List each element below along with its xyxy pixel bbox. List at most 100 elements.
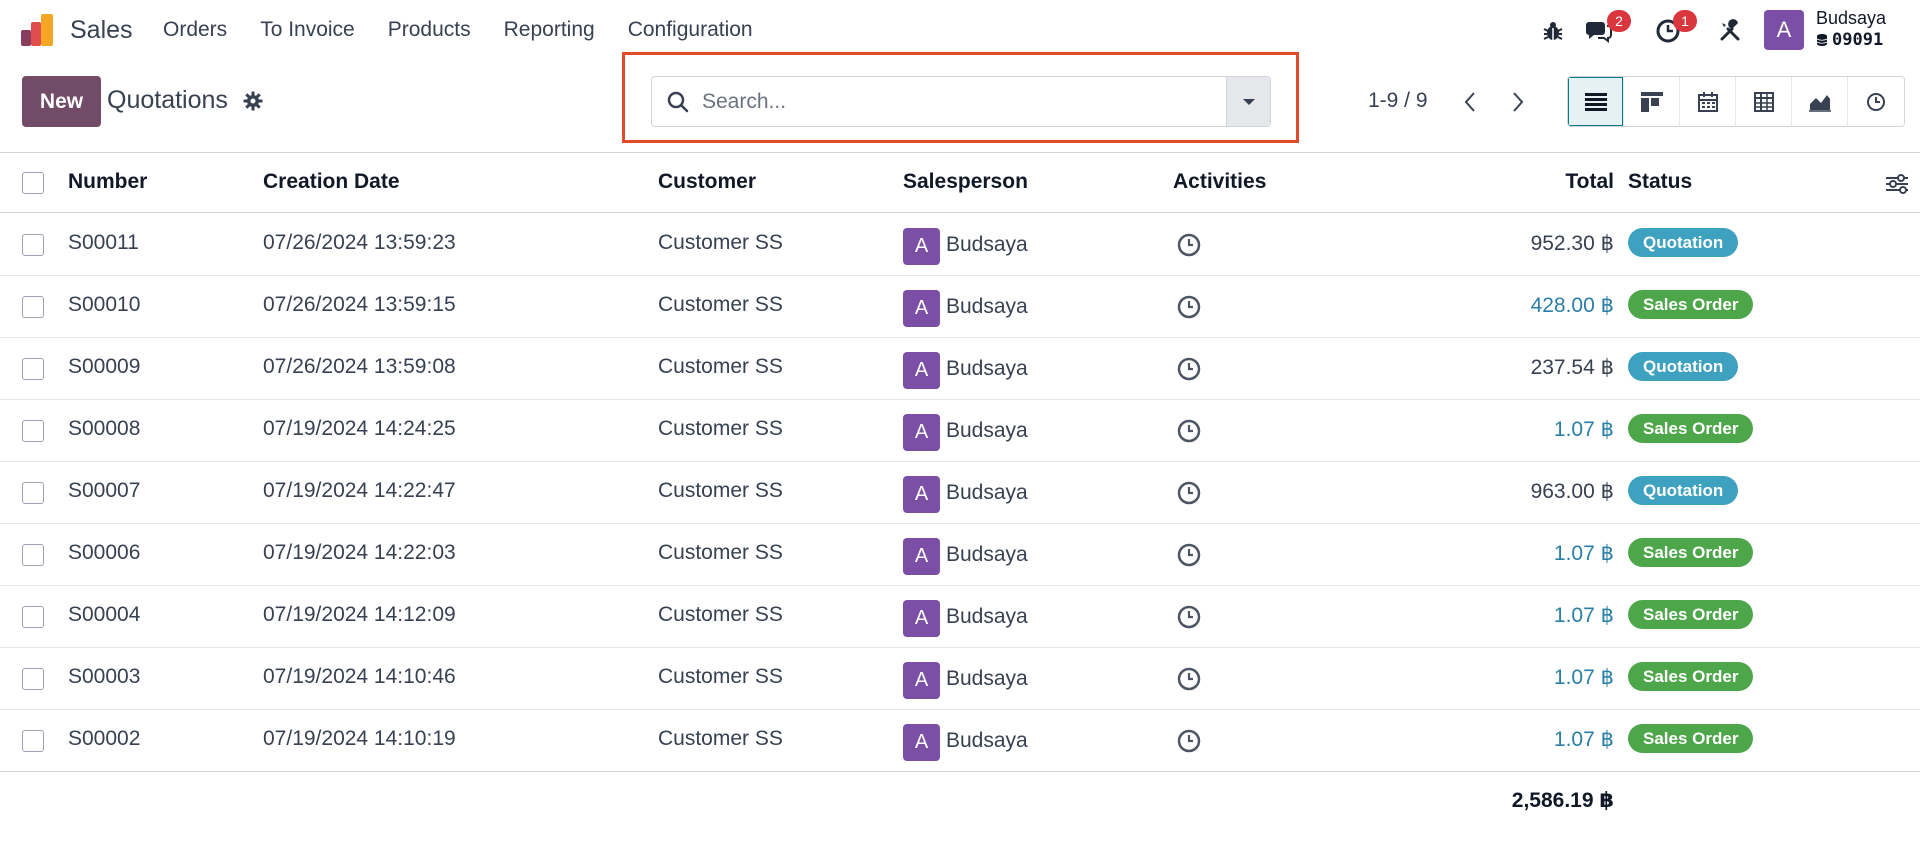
settings-tools-icon[interactable] [1715,16,1745,46]
list-view-button[interactable] [1568,77,1624,126]
customer-name: Customer SS [658,541,783,564]
activity-clock-icon[interactable] [1176,604,1202,630]
column-header-salesperson[interactable]: Salesperson [903,170,1028,194]
activity-view-button[interactable] [1848,77,1904,126]
table-row[interactable]: S00003 07/19/2024 14:10:46 Customer SS A Bud… [0,648,1920,710]
pivot-view-button[interactable] [1736,77,1792,126]
messages-count-badge: 2 [1607,10,1631,32]
table-row[interactable]: S00006 07/19/2024 14:22:03 Customer SS A Bud… [0,524,1920,586]
user-avatar[interactable]: A [1764,10,1804,50]
graph-view-button[interactable] [1792,77,1848,126]
list-bottom-divider [0,771,1920,772]
activities-count-badge: 1 [1673,10,1697,32]
salesperson-avatar[interactable]: A [903,600,940,637]
search-input[interactable] [702,85,1202,119]
menu-configuration[interactable]: Configuration [628,18,753,42]
search-bar[interactable] [651,76,1271,127]
order-total: 1.07 ฿ [1553,728,1614,751]
activity-clock-icon[interactable] [1176,480,1202,506]
order-total: 963.00 ฿ [1530,480,1614,503]
status-badge: Quotation [1628,228,1739,257]
grand-total: 2,586.19 ฿ [1511,789,1614,812]
status-badge: Sales Order [1628,600,1754,629]
menu-products[interactable]: Products [388,18,471,42]
table-row[interactable]: S00010 07/26/2024 13:59:15 Customer SS A Bud… [0,276,1920,338]
activity-clock-icon[interactable] [1176,294,1202,320]
salesperson-name: Budsaya [946,295,1028,318]
row-select-checkbox[interactable] [22,234,44,256]
menu-to-invoice[interactable]: To Invoice [260,18,355,42]
view-switcher [1567,76,1905,127]
order-number: S00010 [68,293,141,316]
pager-value[interactable]: 1-9 / 9 [1368,89,1428,113]
activity-clock-icon[interactable] [1176,356,1202,382]
creation-date: 07/19/2024 14:10:46 [263,665,456,688]
menu-reporting[interactable]: Reporting [504,18,595,42]
list-header: Number Creation Date Customer Salesperso… [0,153,1920,213]
column-header-customer[interactable]: Customer [658,170,756,194]
salesperson-avatar[interactable]: A [903,538,940,575]
chevron-right-icon [1513,92,1524,112]
creation-date: 07/26/2024 13:59:08 [263,355,456,378]
activity-clock-icon[interactable] [1176,542,1202,568]
order-total: 237.54 ฿ [1530,356,1614,379]
row-select-checkbox[interactable] [22,668,44,690]
column-header-total[interactable]: Total [1565,170,1614,194]
pager-next-button[interactable] [1505,88,1531,116]
activity-clock-icon[interactable] [1176,418,1202,444]
new-button[interactable]: New [22,76,101,127]
select-all-checkbox[interactable] [22,172,44,194]
salesperson-avatar[interactable]: A [903,476,940,513]
salesperson-name: Budsaya [946,481,1028,504]
salesperson-avatar[interactable]: A [903,662,940,699]
row-select-checkbox[interactable] [22,420,44,442]
row-select-checkbox[interactable] [22,730,44,752]
row-select-checkbox[interactable] [22,482,44,504]
debug-bug-icon[interactable] [1538,16,1568,46]
salesperson-avatar[interactable]: A [903,228,940,265]
activity-clock-icon[interactable] [1176,666,1202,692]
column-header-activities[interactable]: Activities [1173,170,1266,194]
column-header-creation-date[interactable]: Creation Date [263,170,400,194]
table-row[interactable]: S00007 07/19/2024 14:22:47 Customer SS A Bud… [0,462,1920,524]
row-select-checkbox[interactable] [22,606,44,628]
activity-clock-icon[interactable] [1176,728,1202,754]
menu-orders[interactable]: Orders [163,18,227,42]
customer-name: Customer SS [658,417,783,440]
search-options-toggle[interactable] [1226,77,1270,126]
kanban-view-icon [1640,91,1663,112]
pager-previous-button[interactable] [1457,88,1483,116]
creation-date: 07/19/2024 14:12:09 [263,603,456,626]
kanban-view-button[interactable] [1624,77,1680,126]
salesperson-avatar[interactable]: A [903,352,940,389]
table-row[interactable]: S00009 07/26/2024 13:59:08 Customer SS A Bud… [0,338,1920,400]
status-badge: Sales Order [1628,724,1754,753]
salesperson-avatar[interactable]: A [903,414,940,451]
calendar-view-button[interactable] [1680,77,1736,126]
optional-columns-sliders-icon[interactable] [1884,171,1910,197]
row-select-checkbox[interactable] [22,544,44,566]
salesperson-avatar[interactable]: A [903,724,940,761]
status-badge: Sales Order [1628,538,1754,567]
order-number: S00011 [68,231,139,254]
row-select-checkbox[interactable] [22,296,44,318]
table-row[interactable]: S00002 07/19/2024 14:10:19 Customer SS A Bud… [0,710,1920,772]
app-name[interactable]: Sales [70,16,133,45]
user-name[interactable]: Budsaya [1816,8,1886,29]
column-header-number[interactable]: Number [68,170,147,194]
activity-clock-icon[interactable] [1176,232,1202,258]
table-row[interactable]: S00011 07/26/2024 13:59:23 Customer SS A Bud… [0,214,1920,276]
salesperson-name: Budsaya [946,729,1028,752]
table-row[interactable]: S00004 07/19/2024 14:12:09 Customer SS A Bud… [0,586,1920,648]
sales-app-logo[interactable] [20,12,56,48]
search-icon [667,91,689,113]
order-total: 952.30 ฿ [1530,232,1614,255]
pivot-view-icon [1753,91,1774,112]
order-number: S00008 [68,417,141,440]
row-select-checkbox[interactable] [22,358,44,380]
gear-icon[interactable] [243,91,263,111]
salesperson-avatar[interactable]: A [903,290,940,327]
column-header-status[interactable]: Status [1628,170,1692,194]
salesperson-name: Budsaya [946,419,1028,442]
table-row[interactable]: S00008 07/19/2024 14:24:25 Customer SS A Bud… [0,400,1920,462]
